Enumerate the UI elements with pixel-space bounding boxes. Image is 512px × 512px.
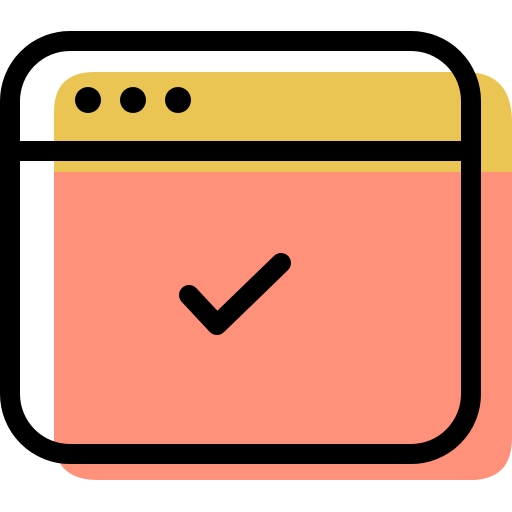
window-fill-shape bbox=[54, 72, 512, 480]
window-dot-3 bbox=[165, 87, 191, 113]
icon-canvas bbox=[0, 0, 512, 512]
browser-window-check-icon bbox=[0, 31, 512, 480]
window-dot-1 bbox=[75, 87, 101, 113]
window-control-dots bbox=[75, 87, 191, 113]
window-dot-2 bbox=[120, 87, 146, 113]
